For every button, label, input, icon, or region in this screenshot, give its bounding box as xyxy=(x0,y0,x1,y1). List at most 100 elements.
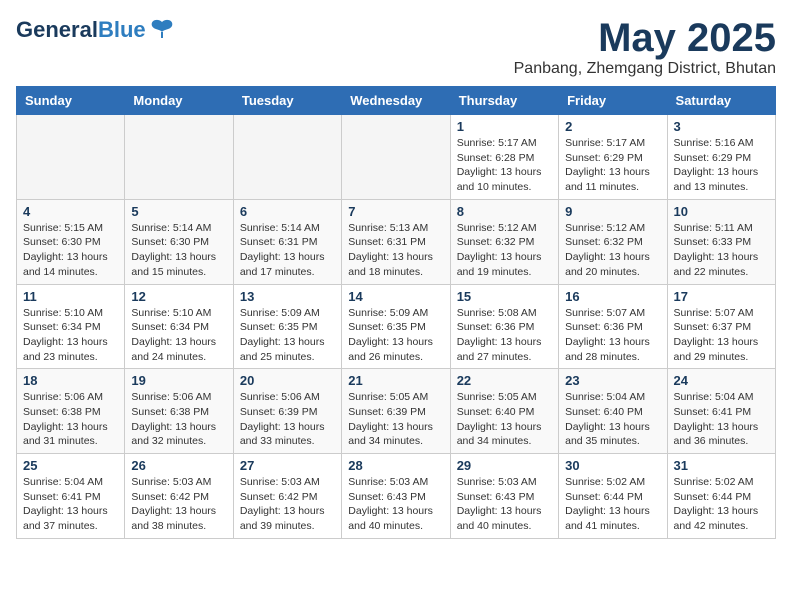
calendar-cell xyxy=(17,115,125,200)
calendar-cell: 20Sunrise: 5:06 AMSunset: 6:39 PMDayligh… xyxy=(233,369,341,454)
day-number: 17 xyxy=(674,289,769,304)
day-info: Sunrise: 5:11 AMSunset: 6:33 PMDaylight:… xyxy=(674,221,769,280)
day-info: Sunrise: 5:10 AMSunset: 6:34 PMDaylight:… xyxy=(23,306,118,365)
day-info: Sunrise: 5:07 AMSunset: 6:36 PMDaylight:… xyxy=(565,306,660,365)
week-row-1: 1 Sunrise: 5:17 AMSunset: 6:28 PMDaylight… xyxy=(17,115,776,200)
day-info: Sunrise: 5:16 AMSunset: 6:29 PMDaylight:… xyxy=(674,136,769,195)
calendar-cell: 6 Sunrise: 5:14 AMSunset: 6:31 PMDaylight… xyxy=(233,199,341,284)
day-number: 22 xyxy=(457,373,552,388)
day-number: 6 xyxy=(240,204,335,219)
calendar-cell: 13 Sunrise: 5:09 AMSunset: 6:35 PMDayligh… xyxy=(233,284,341,369)
logo-blue: Blue xyxy=(98,17,146,42)
day-number: 30 xyxy=(565,458,660,473)
day-number: 24 xyxy=(674,373,769,388)
day-number: 1 xyxy=(457,119,552,134)
day-info: Sunrise: 5:03 AMSunset: 6:42 PMDaylight:… xyxy=(240,475,335,534)
logo-bird-icon xyxy=(148,16,176,44)
day-info: Sunrise: 5:06 AMSunset: 6:38 PMDaylight:… xyxy=(23,390,118,449)
day-info: Sunrise: 5:04 AMSunset: 6:40 PMDaylight:… xyxy=(565,390,660,449)
day-number: 13 xyxy=(240,289,335,304)
weekday-header-monday: Monday xyxy=(125,87,233,115)
day-info: Sunrise: 5:10 AMSunset: 6:34 PMDaylight:… xyxy=(131,306,226,365)
day-info: Sunrise: 5:06 AMSunset: 6:38 PMDaylight:… xyxy=(131,390,226,449)
calendar-cell: 29Sunrise: 5:03 AMSunset: 6:43 PMDayligh… xyxy=(450,454,558,539)
weekday-header-wednesday: Wednesday xyxy=(342,87,450,115)
day-number: 20 xyxy=(240,373,335,388)
day-number: 26 xyxy=(131,458,226,473)
calendar-cell: 4Sunrise: 5:15 AMSunset: 6:30 PMDaylight… xyxy=(17,199,125,284)
week-row-2: 4Sunrise: 5:15 AMSunset: 6:30 PMDaylight… xyxy=(17,199,776,284)
day-number: 15 xyxy=(457,289,552,304)
day-info: Sunrise: 5:02 AMSunset: 6:44 PMDaylight:… xyxy=(674,475,769,534)
week-row-5: 25 Sunrise: 5:04 AMSunset: 6:41 PMDayligh… xyxy=(17,454,776,539)
calendar-cell: 22 Sunrise: 5:05 AMSunset: 6:40 PMDayligh… xyxy=(450,369,558,454)
calendar-cell: 5 Sunrise: 5:14 AMSunset: 6:30 PMDaylight… xyxy=(125,199,233,284)
day-number: 27 xyxy=(240,458,335,473)
day-info: Sunrise: 5:12 AMSunset: 6:32 PMDaylight:… xyxy=(457,221,552,280)
calendar-cell: 23Sunrise: 5:04 AMSunset: 6:40 PMDayligh… xyxy=(559,369,667,454)
weekday-header-row: SundayMondayTuesdayWednesdayThursdayFrid… xyxy=(17,87,776,115)
location-subtitle: Panbang, Zhemgang District, Bhutan xyxy=(514,60,776,78)
weekday-header-saturday: Saturday xyxy=(667,87,775,115)
day-info: Sunrise: 5:13 AMSunset: 6:31 PMDaylight:… xyxy=(348,221,443,280)
day-number: 12 xyxy=(131,289,226,304)
logo: GeneralBlue xyxy=(16,16,176,44)
day-info: Sunrise: 5:09 AMSunset: 6:35 PMDaylight:… xyxy=(348,306,443,365)
calendar-cell: 8 Sunrise: 5:12 AMSunset: 6:32 PMDaylight… xyxy=(450,199,558,284)
calendar-cell: 31 Sunrise: 5:02 AMSunset: 6:44 PMDayligh… xyxy=(667,454,775,539)
day-number: 11 xyxy=(23,289,118,304)
day-info: Sunrise: 5:02 AMSunset: 6:44 PMDaylight:… xyxy=(565,475,660,534)
logo-general: General xyxy=(16,17,98,42)
day-info: Sunrise: 5:09 AMSunset: 6:35 PMDaylight:… xyxy=(240,306,335,365)
calendar-cell: 9 Sunrise: 5:12 AMSunset: 6:32 PMDaylight… xyxy=(559,199,667,284)
weekday-header-thursday: Thursday xyxy=(450,87,558,115)
calendar-cell: 10 Sunrise: 5:11 AMSunset: 6:33 PMDayligh… xyxy=(667,199,775,284)
calendar-cell: 15 Sunrise: 5:08 AMSunset: 6:36 PMDayligh… xyxy=(450,284,558,369)
day-info: Sunrise: 5:03 AMSunset: 6:43 PMDaylight:… xyxy=(348,475,443,534)
day-number: 10 xyxy=(674,204,769,219)
calendar-cell xyxy=(342,115,450,200)
day-info: Sunrise: 5:08 AMSunset: 6:36 PMDaylight:… xyxy=(457,306,552,365)
day-number: 28 xyxy=(348,458,443,473)
day-number: 3 xyxy=(674,119,769,134)
page-header: GeneralBlue May 2025 Panbang, Zhemgang D… xyxy=(16,16,776,78)
calendar-cell: 14 Sunrise: 5:09 AMSunset: 6:35 PMDayligh… xyxy=(342,284,450,369)
day-info: Sunrise: 5:14 AMSunset: 6:30 PMDaylight:… xyxy=(131,221,226,280)
calendar-cell: 16 Sunrise: 5:07 AMSunset: 6:36 PMDayligh… xyxy=(559,284,667,369)
calendar-cell: 12 Sunrise: 5:10 AMSunset: 6:34 PMDayligh… xyxy=(125,284,233,369)
day-number: 19 xyxy=(131,373,226,388)
day-info: Sunrise: 5:07 AMSunset: 6:37 PMDaylight:… xyxy=(674,306,769,365)
calendar-cell: 25 Sunrise: 5:04 AMSunset: 6:41 PMDayligh… xyxy=(17,454,125,539)
day-info: Sunrise: 5:17 AMSunset: 6:28 PMDaylight:… xyxy=(457,136,552,195)
day-number: 29 xyxy=(457,458,552,473)
calendar-cell: 19 Sunrise: 5:06 AMSunset: 6:38 PMDayligh… xyxy=(125,369,233,454)
calendar-cell: 28 Sunrise: 5:03 AMSunset: 6:43 PMDayligh… xyxy=(342,454,450,539)
day-info: Sunrise: 5:12 AMSunset: 6:32 PMDaylight:… xyxy=(565,221,660,280)
calendar-cell xyxy=(233,115,341,200)
day-number: 25 xyxy=(23,458,118,473)
calendar-cell: 21 Sunrise: 5:05 AMSunset: 6:39 PMDayligh… xyxy=(342,369,450,454)
day-number: 5 xyxy=(131,204,226,219)
day-info: Sunrise: 5:03 AMSunset: 6:42 PMDaylight:… xyxy=(131,475,226,534)
day-info: Sunrise: 5:14 AMSunset: 6:31 PMDaylight:… xyxy=(240,221,335,280)
week-row-3: 11 Sunrise: 5:10 AMSunset: 6:34 PMDayligh… xyxy=(17,284,776,369)
day-info: Sunrise: 5:05 AMSunset: 6:39 PMDaylight:… xyxy=(348,390,443,449)
calendar-cell: 3 Sunrise: 5:16 AMSunset: 6:29 PMDaylight… xyxy=(667,115,775,200)
day-info: Sunrise: 5:04 AMSunset: 6:41 PMDaylight:… xyxy=(23,475,118,534)
title-area: May 2025 Panbang, Zhemgang District, Bhu… xyxy=(514,16,776,78)
day-number: 14 xyxy=(348,289,443,304)
calendar-cell: 1 Sunrise: 5:17 AMSunset: 6:28 PMDaylight… xyxy=(450,115,558,200)
calendar-cell: 26 Sunrise: 5:03 AMSunset: 6:42 PMDayligh… xyxy=(125,454,233,539)
day-number: 9 xyxy=(565,204,660,219)
day-number: 4 xyxy=(23,204,118,219)
calendar-cell: 30 Sunrise: 5:02 AMSunset: 6:44 PMDayligh… xyxy=(559,454,667,539)
day-number: 8 xyxy=(457,204,552,219)
week-row-4: 18Sunrise: 5:06 AMSunset: 6:38 PMDayligh… xyxy=(17,369,776,454)
calendar-cell: 11 Sunrise: 5:10 AMSunset: 6:34 PMDayligh… xyxy=(17,284,125,369)
day-number: 16 xyxy=(565,289,660,304)
calendar-table: SundayMondayTuesdayWednesdayThursdayFrid… xyxy=(16,86,776,539)
day-info: Sunrise: 5:05 AMSunset: 6:40 PMDaylight:… xyxy=(457,390,552,449)
day-number: 21 xyxy=(348,373,443,388)
weekday-header-friday: Friday xyxy=(559,87,667,115)
day-number: 31 xyxy=(674,458,769,473)
